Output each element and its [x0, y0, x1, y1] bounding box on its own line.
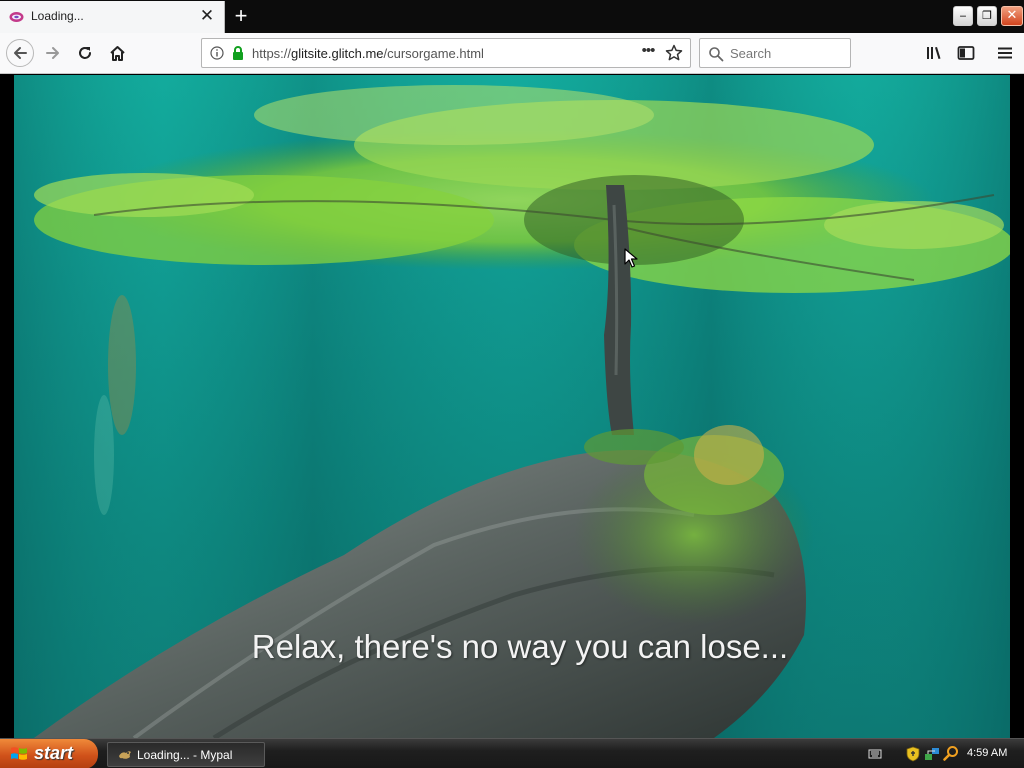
mouse-cursor-icon	[624, 248, 638, 268]
minimize-button[interactable]: ‒	[953, 6, 973, 26]
taskbar-window-label: Loading... - Mypal	[137, 748, 233, 762]
reload-icon	[79, 47, 91, 59]
taskbar-window-button[interactable]: Loading... - Mypal	[107, 742, 265, 767]
maximize-button[interactable]: ❐	[977, 6, 997, 26]
start-label: start	[34, 743, 74, 763]
hamburger-menu-icon	[998, 47, 1012, 59]
window-close-button[interactable]: ✕	[1001, 6, 1023, 26]
new-tab-button[interactable]: +	[231, 4, 251, 28]
mypal-app-icon	[119, 751, 131, 759]
mypal-favicon-icon	[9, 12, 24, 22]
search-icon	[709, 47, 724, 62]
search-icon[interactable]	[943, 745, 959, 761]
navigation-toolbar: https://glitsite.glitch.me/cursorgame.ht…	[0, 33, 1024, 74]
clock: 4:59 AM	[967, 747, 1008, 759]
reload-button[interactable]	[71, 39, 99, 67]
bookmark-star-icon[interactable]	[665, 44, 683, 62]
url-bar[interactable]: https://glitsite.glitch.me/cursorgame.ht…	[201, 38, 691, 68]
page-content: Relax, there's no way you can lose...	[0, 75, 1024, 738]
system-tray: 4:59 AM	[864, 739, 1024, 768]
url-host: glitsite.glitch.me	[291, 46, 384, 61]
back-arrow-icon	[14, 47, 27, 59]
forward-arrow-icon	[46, 47, 59, 59]
tab-title: Loading...	[31, 9, 84, 23]
sidebar-icon	[957, 46, 975, 60]
tab-strip: Loading... ✕ + ‒ ❐ ✕	[0, 0, 1024, 33]
caption-text: Relax, there's no way you can lose...	[251, 628, 789, 665]
page-actions-icon[interactable]: •••	[638, 43, 658, 62]
forward-button[interactable]	[39, 39, 67, 67]
url-text[interactable]: https://glitsite.glitch.me/cursorgame.ht…	[252, 46, 484, 61]
tab-close-icon[interactable]: ✕	[198, 7, 216, 25]
windows-logo-icon	[11, 747, 27, 760]
search-bar[interactable]	[699, 38, 851, 68]
desktop: Loading... ✕ + ‒ ❐ ✕ https://glitsite.gl…	[0, 0, 1024, 768]
home-button[interactable]	[103, 39, 131, 67]
taskbar: start Loading... - Mypal 4:59 AM	[0, 738, 1024, 768]
lock-icon[interactable]	[231, 45, 245, 61]
library-button[interactable]	[920, 39, 948, 67]
start-button[interactable]: start	[0, 739, 98, 768]
url-scheme: https://	[252, 46, 292, 61]
library-icon	[927, 47, 941, 59]
security-shield-icon[interactable]	[906, 746, 920, 762]
sidebar-button[interactable]	[952, 39, 980, 67]
network-icon[interactable]	[924, 746, 940, 762]
tab-active[interactable]: Loading... ✕	[0, 1, 225, 33]
back-button[interactable]	[6, 39, 34, 67]
menu-button[interactable]	[991, 39, 1019, 67]
home-icon	[109, 45, 125, 61]
keyboard-icon[interactable]	[868, 747, 882, 761]
search-input[interactable]	[730, 43, 845, 63]
info-icon[interactable]	[210, 46, 224, 60]
url-path: /cursorgame.html	[383, 46, 484, 61]
